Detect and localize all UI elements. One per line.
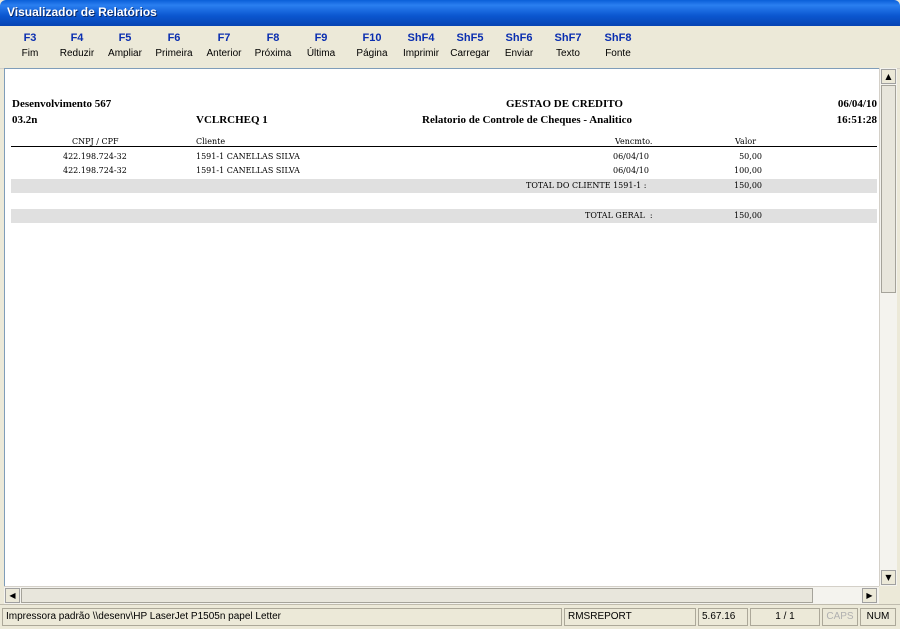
column-header-valor: Valor xyxy=(735,137,757,146)
button-label: Imprimir xyxy=(402,48,440,59)
report-title: Relatorio de Controle de Cheques - Anali… xyxy=(422,114,633,126)
column-header-cliente: Cliente xyxy=(196,137,226,146)
button-label: Carregar xyxy=(450,48,490,59)
button-label: Próxima xyxy=(254,48,292,59)
horizontal-scroll-thumb[interactable] xyxy=(21,588,813,603)
grand-total-value: 150,00 xyxy=(734,211,762,220)
shortcut-key: F5 xyxy=(118,32,132,44)
status-caps-indicator: CAPS xyxy=(822,608,858,626)
company-name: Desenvolvimento 567 xyxy=(12,98,112,110)
scroll-down-icon[interactable]: ▼ xyxy=(881,570,896,585)
report-code: 03.2n xyxy=(12,114,38,126)
status-num-indicator: NUM xyxy=(860,608,896,626)
column-header-cnpj: CNPJ / CPF xyxy=(72,137,119,146)
status-app-name: RMSREPORT xyxy=(564,608,696,626)
toolbar-button-carregar[interactable]: ShF5 Carregar xyxy=(446,32,494,61)
toolbar-button-fim[interactable]: F3 Fim xyxy=(6,32,54,61)
row-cliente: 1591-1 CANELLAS SILVA xyxy=(196,152,300,161)
toolbar-button-reduzir[interactable]: F4 Reduzir xyxy=(53,32,101,61)
grand-total-label: TOTAL GERAL : xyxy=(585,211,653,220)
row-cnpj: 422.198.724-32 xyxy=(63,152,127,161)
program-name: VCLRCHEQ 1 xyxy=(196,114,268,126)
button-label: Primeira xyxy=(155,48,193,59)
system-name: GESTAO DE CREDITO xyxy=(506,98,623,110)
row-cnpj: 422.198.724-32 xyxy=(63,166,127,175)
report-time: 16:51:28 xyxy=(836,114,877,126)
toolbar-button-imprimir[interactable]: ShF4 Imprimir xyxy=(397,32,445,61)
shortcut-key: F7 xyxy=(217,32,231,44)
row-cliente: 1591-1 CANELLAS SILVA xyxy=(196,166,300,175)
button-label: Enviar xyxy=(504,48,534,59)
status-page: 1 / 1 xyxy=(750,608,820,626)
toolbar-button-enviar[interactable]: ShF6 Enviar xyxy=(495,32,543,61)
shortcut-key: ShF8 xyxy=(604,32,632,44)
function-key-toolbar: F3 Fim F4 Reduzir F5 Ampliar F6 Primeira F7 A… xyxy=(0,26,900,69)
status-version: 5.67.16 xyxy=(698,608,748,626)
button-label: Fonte xyxy=(605,48,631,59)
status-printer: Impressora padrão \\desenv\HP LaserJet P… xyxy=(2,608,562,626)
scrollbar-corner xyxy=(879,586,896,603)
toolbar-button-texto[interactable]: ShF7 Texto xyxy=(544,32,592,61)
toolbar-button-ultima[interactable]: F9 Última xyxy=(297,32,345,61)
horizontal-scrollbar[interactable]: ◀ ▶ xyxy=(4,586,879,604)
shortcut-key: F9 xyxy=(314,32,328,44)
vertical-scroll-thumb[interactable] xyxy=(881,85,896,293)
scroll-left-icon[interactable]: ◀ xyxy=(5,588,20,603)
shortcut-key: ShF4 xyxy=(407,32,435,44)
toolbar-button-pagina[interactable]: F10 Página xyxy=(348,32,396,61)
button-label: Texto xyxy=(556,48,580,59)
toolbar-button-primeira[interactable]: F6 Primeira xyxy=(150,32,198,61)
column-header-vencimento: Vencmto. xyxy=(615,137,653,146)
report-date: 06/04/10 xyxy=(837,98,877,110)
button-label: Anterior xyxy=(206,48,242,59)
button-label: Ampliar xyxy=(108,48,142,59)
vertical-scrollbar[interactable]: ▲ ▼ xyxy=(879,68,897,586)
header-divider xyxy=(11,146,877,147)
report-page: Desenvolvimento 567 03.2n VCLRCHEQ 1 GES… xyxy=(4,68,880,588)
shortcut-key: ShF5 xyxy=(456,32,484,44)
client-total-value: 150,00 xyxy=(734,181,762,190)
toolbar-button-anterior[interactable]: F7 Anterior xyxy=(200,32,248,61)
toolbar-button-ampliar[interactable]: F5 Ampliar xyxy=(101,32,149,61)
row-valor: 100,00 xyxy=(734,166,762,175)
scroll-right-icon[interactable]: ▶ xyxy=(862,588,877,603)
row-valor: 50,00 xyxy=(739,152,762,161)
title-bar: Visualizador de Relatórios xyxy=(0,0,900,26)
button-label: Fim xyxy=(21,48,39,59)
toolbar-button-fonte[interactable]: ShF8 Fonte xyxy=(594,32,642,61)
status-bar: Impressora padrão \\desenv\HP LaserJet P… xyxy=(0,604,900,629)
button-label: Última xyxy=(306,48,336,59)
button-label: Página xyxy=(356,48,388,59)
row-vencimento: 06/04/10 xyxy=(613,166,649,175)
shortcut-key: F4 xyxy=(70,32,84,44)
button-label: Reduzir xyxy=(59,48,95,59)
shortcut-key: F8 xyxy=(266,32,280,44)
client-total-label: TOTAL DO CLIENTE 1591-1 : xyxy=(526,181,647,190)
window-title: Visualizador de Relatórios xyxy=(7,5,157,19)
shortcut-key: F3 xyxy=(23,32,37,44)
toolbar-button-proxima[interactable]: F8 Próxima xyxy=(249,32,297,61)
shortcut-key: F10 xyxy=(362,32,382,44)
shortcut-key: ShF6 xyxy=(505,32,533,44)
scroll-up-icon[interactable]: ▲ xyxy=(881,69,896,84)
shortcut-key: ShF7 xyxy=(554,32,582,44)
shortcut-key: F6 xyxy=(167,32,181,44)
row-vencimento: 06/04/10 xyxy=(613,152,649,161)
